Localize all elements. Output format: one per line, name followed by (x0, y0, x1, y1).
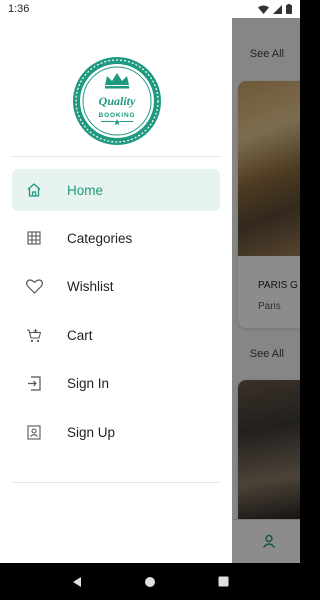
cart-icon (25, 326, 43, 344)
status-icons (258, 4, 292, 14)
logo-badge: Quality BOOKING (73, 57, 161, 145)
menu-item-label: Home (67, 182, 104, 198)
system-navigation-bar (0, 563, 300, 600)
menu-item-sign-in[interactable]: Sign In (12, 362, 220, 404)
menu-item-sign-up[interactable]: Sign Up (12, 411, 220, 453)
grid-icon (25, 229, 43, 247)
signal-icon (273, 4, 282, 14)
home-icon (25, 181, 43, 199)
menu-item-wishlist[interactable]: Wishlist (12, 265, 220, 307)
menu-item-label: Cart (67, 327, 93, 343)
svg-text:BOOKING: BOOKING (99, 112, 136, 119)
drawer-divider (12, 482, 220, 483)
battery-icon (286, 4, 292, 14)
back-icon[interactable] (71, 576, 83, 588)
navigation-drawer: Quality BOOKING Home Categories Wishlist… (0, 18, 232, 563)
menu-item-cart[interactable]: Cart (12, 314, 220, 356)
menu-item-categories[interactable]: Categories (12, 217, 220, 259)
status-time: 1:36 (8, 3, 30, 15)
status-bar: 1:36 (0, 0, 300, 18)
recents-icon[interactable] (218, 576, 229, 587)
menu-item-label: Wishlist (67, 278, 114, 294)
sign-up-icon (25, 423, 43, 441)
menu-item-home[interactable]: Home (12, 169, 220, 211)
menu-item-label: Sign Up (67, 424, 116, 440)
wifi-icon (258, 5, 269, 14)
sign-in-icon (25, 374, 43, 392)
svg-text:Quality: Quality (99, 94, 136, 108)
quality-booking-logo: Quality BOOKING (71, 55, 163, 147)
menu-item-label: Sign In (67, 375, 110, 391)
heart-icon (25, 277, 43, 295)
home-button-icon[interactable] (144, 576, 156, 588)
menu-item-label: Categories (67, 230, 133, 246)
drawer-divider (12, 156, 220, 157)
